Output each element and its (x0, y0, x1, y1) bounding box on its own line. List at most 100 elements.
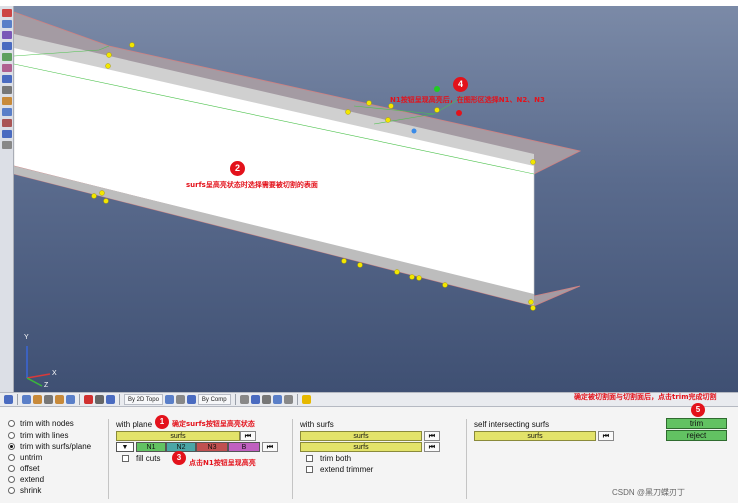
option-offset[interactable]: offset (8, 464, 39, 473)
measure-tool-icon[interactable] (2, 86, 12, 94)
topo-color-dropdown[interactable]: By 2D Topo (124, 394, 163, 405)
step4-annotation: N1按钮呈现高亮后，在图形区选择N1、N2、N3 (390, 96, 545, 104)
delete-tool-icon[interactable] (2, 119, 12, 127)
panel-divider (466, 419, 467, 499)
step5-badge: 5 (691, 403, 705, 417)
step1-badge: 1 (155, 415, 169, 429)
n3-button[interactable]: N3 (196, 442, 228, 452)
option-trim-with-surfs-plane[interactable]: trim with surfs/plane (8, 442, 91, 451)
settings-tool-icon[interactable] (2, 141, 12, 149)
step3-badge: 3 (172, 451, 186, 465)
shrink-display-icon[interactable] (272, 395, 282, 404)
self-intersecting-surfs-selector[interactable]: surfs (474, 431, 596, 441)
plane-surfs-reset-button[interactable]: ⏮ (240, 431, 256, 441)
shaded-icon[interactable] (33, 395, 42, 404)
axis-triad (26, 346, 51, 387)
with-surfs-label: with surfs (300, 420, 334, 429)
surface-edit-panel: trim with nodes trim with lines trim wit… (0, 393, 738, 503)
plane-surfs-selector[interactable]: surfs (116, 431, 240, 441)
target-surfs-reset-button[interactable]: ⏮ (424, 431, 440, 441)
quality-tool-icon[interactable] (2, 97, 12, 105)
mesh-tool-icon[interactable] (2, 42, 12, 50)
option-trim-with-lines[interactable]: trim with lines (8, 431, 68, 440)
node-n3[interactable] (411, 128, 417, 134)
option-label: shrink (20, 486, 42, 495)
self-intersecting-reset-button[interactable]: ⏮ (598, 431, 614, 441)
radio-button[interactable] (8, 465, 15, 472)
comp-color-dropdown[interactable]: By Comp (197, 394, 231, 405)
extend-trimmer-label: extend trimmer (320, 465, 374, 474)
radio-button[interactable] (8, 454, 15, 461)
base-button[interactable]: B (228, 442, 260, 452)
transparency-icon[interactable] (55, 395, 64, 404)
radio-button[interactable] (8, 487, 15, 494)
option-shrink[interactable]: shrink (8, 486, 41, 495)
option-label: trim with lines (20, 431, 69, 440)
normals-display-icon[interactable] (283, 395, 293, 404)
node-n1[interactable] (434, 86, 440, 92)
step1-annotation: 确定surfs按钮呈高亮状态 (172, 420, 255, 428)
triad-z-label: Z (44, 382, 49, 389)
n1-button[interactable]: N1 (136, 442, 166, 452)
unmask-icon[interactable] (95, 395, 104, 404)
solid-tool-icon[interactable] (2, 31, 12, 39)
step5-annotation: 确定被切割面与切割面后，点击trim完成切割 (574, 393, 717, 401)
solid-display-icon[interactable] (186, 395, 196, 404)
plane-nodes-reset-button[interactable]: ⏮ (262, 442, 278, 452)
option-trim-with-nodes[interactable]: trim with nodes (8, 419, 74, 428)
edges-display-icon[interactable] (261, 395, 271, 404)
node-n2[interactable] (456, 110, 462, 116)
radio-button[interactable] (8, 420, 15, 427)
isolate-icon[interactable] (106, 395, 115, 404)
radio-button[interactable] (8, 476, 15, 483)
trim-both-label: trim both (320, 454, 352, 463)
trim-both-checkbox[interactable] (306, 455, 313, 462)
geometry-display-icon[interactable] (164, 395, 174, 404)
cutting-surfs-selector[interactable]: surfs (300, 442, 422, 452)
left-toolbar (0, 6, 14, 392)
panel-divider (292, 419, 293, 499)
view-tool-icon[interactable] (2, 130, 12, 138)
with-plane-label: with plane (116, 420, 153, 429)
fill-cuts-checkbox[interactable] (122, 455, 129, 462)
star-icon[interactable] (301, 395, 311, 404)
graphics-viewport[interactable]: Y X Z 2 surfs呈高亮状态时选择需要被切割的表面 4 N1按钮呈现高亮… (14, 6, 738, 392)
element-tool-icon[interactable] (2, 64, 12, 72)
option-label: trim with surfs/plane (20, 442, 92, 451)
option-untrim[interactable]: untrim (8, 453, 42, 462)
panel-divider (108, 419, 109, 499)
geometry-tool-icon[interactable] (2, 9, 12, 17)
step2-annotation: surfs呈高亮状态时选择需要被切割的表面 (186, 181, 318, 189)
transform-tool-icon[interactable] (2, 108, 12, 116)
option-extend[interactable]: extend (8, 475, 44, 484)
triad-y-label: Y (24, 334, 29, 341)
line-tool-icon[interactable] (2, 75, 12, 83)
option-label: offset (20, 464, 40, 473)
mesh-display-icon[interactable] (250, 395, 260, 404)
step2-badge: 2 (230, 161, 245, 176)
extend-trimmer-checkbox[interactable] (306, 466, 313, 473)
trim-button[interactable]: trim (666, 418, 727, 429)
plane-method-dropdown[interactable]: ▼ (116, 442, 134, 452)
radio-button[interactable] (8, 443, 15, 450)
node-tool-icon[interactable] (2, 53, 12, 61)
i-beam-model[interactable] (14, 6, 738, 392)
reject-button[interactable]: reject (666, 430, 727, 441)
feature-lines-icon[interactable] (44, 395, 53, 404)
self-intersecting-label: self intersecting surfs (474, 420, 550, 429)
option-label: untrim (20, 453, 43, 462)
mask-icon[interactable] (84, 395, 93, 404)
surface-display-icon[interactable] (175, 395, 185, 404)
option-label: extend (20, 475, 45, 484)
step3-annotation: 点击N1按钮呈现高亮 (189, 459, 256, 467)
cutting-surfs-reset-button[interactable]: ⏮ (424, 442, 440, 452)
visualization-icon[interactable] (4, 395, 13, 404)
wireframe-icon[interactable] (22, 395, 31, 404)
target-surfs-selector[interactable]: surfs (300, 431, 422, 441)
surface-tool-icon[interactable] (2, 20, 12, 28)
radio-button[interactable] (8, 432, 15, 439)
display-icon[interactable] (66, 395, 75, 404)
elements-display-icon[interactable] (239, 395, 249, 404)
watermark: CSDN @黑刀蝶刃丁 (612, 488, 686, 497)
triad-x-label: X (52, 370, 57, 377)
